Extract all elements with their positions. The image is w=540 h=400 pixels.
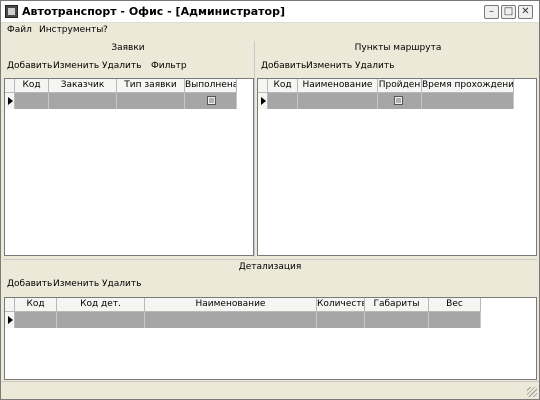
orders-cell-type[interactable] xyxy=(117,93,185,109)
menu-bar: Файл Инструменты ? xyxy=(1,23,539,38)
orders-pane-header: Заявки xyxy=(3,41,253,56)
details-col-dimensions[interactable]: Габариты xyxy=(365,298,429,312)
menu-file[interactable]: Файл xyxy=(7,25,32,35)
route-edit-button[interactable]: Изменить xyxy=(306,61,352,71)
route-passed-checkbox[interactable] xyxy=(394,96,403,105)
title-bar[interactable]: Автотранспорт - Офис - [Администратор] –… xyxy=(1,1,539,23)
details-cell-code[interactable] xyxy=(15,312,57,328)
details-edit-button[interactable]: Изменить xyxy=(53,279,99,289)
maximize-button[interactable]: □ xyxy=(501,5,516,19)
status-bar xyxy=(1,381,539,399)
route-row-header-corner xyxy=(258,79,268,93)
orders-filter-button[interactable]: Фильтр xyxy=(151,61,187,71)
route-pane-header: Пункты маршрута xyxy=(259,41,537,56)
route-col-passed[interactable]: Пройден xyxy=(378,79,422,93)
route-cell-name[interactable] xyxy=(298,93,378,109)
minimize-button[interactable]: – xyxy=(484,5,499,19)
route-row-selector[interactable] xyxy=(258,93,268,109)
route-cell-pass-time[interactable] xyxy=(422,93,514,109)
route-cell-code[interactable] xyxy=(268,93,298,109)
orders-row-selector[interactable] xyxy=(5,93,15,109)
orders-add-button[interactable]: Добавить xyxy=(7,61,52,71)
menu-tools[interactable]: Инструменты xyxy=(39,25,103,35)
window-title: Автотранспорт - Офис - [Администратор] xyxy=(22,5,286,18)
orders-col-type[interactable]: Тип заявки xyxy=(117,79,185,93)
details-col-code[interactable]: Код xyxy=(15,298,57,312)
route-delete-button[interactable]: Удалить xyxy=(355,61,394,71)
orders-col-completed[interactable]: Выполнена xyxy=(185,79,237,93)
orders-col-customer[interactable]: Заказчик xyxy=(49,79,117,93)
details-delete-button[interactable]: Удалить xyxy=(102,279,141,289)
route-add-button[interactable]: Добавить xyxy=(261,61,306,71)
details-cell-name[interactable] xyxy=(145,312,317,328)
details-toolbar: Добавить Изменить Удалить xyxy=(3,275,537,295)
orders-cell-completed[interactable] xyxy=(185,93,237,109)
orders-edit-button[interactable]: Изменить xyxy=(53,61,99,71)
orders-cell-customer[interactable] xyxy=(49,93,117,109)
app-icon xyxy=(5,5,18,18)
orders-toolbar: Добавить Изменить Удалить Фильтр xyxy=(3,57,253,77)
menu-help[interactable]: ? xyxy=(103,25,108,35)
orders-col-code[interactable]: Код xyxy=(15,79,49,93)
app-window: Автотранспорт - Офис - [Администратор] –… xyxy=(0,0,540,400)
route-col-code[interactable]: Код xyxy=(268,79,298,93)
details-cell-dimensions[interactable] xyxy=(365,312,429,328)
details-row-header-corner xyxy=(5,298,15,312)
details-col-part-code[interactable]: Код дет. xyxy=(57,298,145,312)
details-cell-quantity[interactable] xyxy=(317,312,365,328)
resize-grip-icon[interactable] xyxy=(527,387,537,397)
route-col-pass-time[interactable]: Время прохождения xyxy=(422,79,514,93)
details-row-selector[interactable] xyxy=(5,312,15,328)
details-col-quantity[interactable]: Количество xyxy=(317,298,365,312)
details-col-weight[interactable]: Вес xyxy=(429,298,481,312)
route-toolbar: Добавить Изменить Удалить xyxy=(259,57,537,77)
details-col-name[interactable]: Наименование xyxy=(145,298,317,312)
details-pane-header: Детализация xyxy=(3,259,537,274)
route-col-name[interactable]: Наименование xyxy=(298,79,378,93)
orders-cell-code[interactable] xyxy=(15,93,49,109)
details-cell-part-code[interactable] xyxy=(57,312,145,328)
orders-delete-button[interactable]: Удалить xyxy=(102,61,141,71)
orders-completed-checkbox[interactable] xyxy=(207,96,216,105)
route-grid[interactable]: Код Наименование Пройден Время прохожден… xyxy=(257,78,537,256)
details-grid[interactable]: Код Код дет. Наименование Количество Габ… xyxy=(4,297,537,380)
details-cell-weight[interactable] xyxy=(429,312,481,328)
orders-row-header-corner xyxy=(5,79,15,93)
close-button[interactable]: ✕ xyxy=(518,5,533,19)
route-cell-passed[interactable] xyxy=(378,93,422,109)
orders-grid[interactable]: Код Заказчик Тип заявки Выполнена xyxy=(4,78,254,256)
details-add-button[interactable]: Добавить xyxy=(7,279,52,289)
